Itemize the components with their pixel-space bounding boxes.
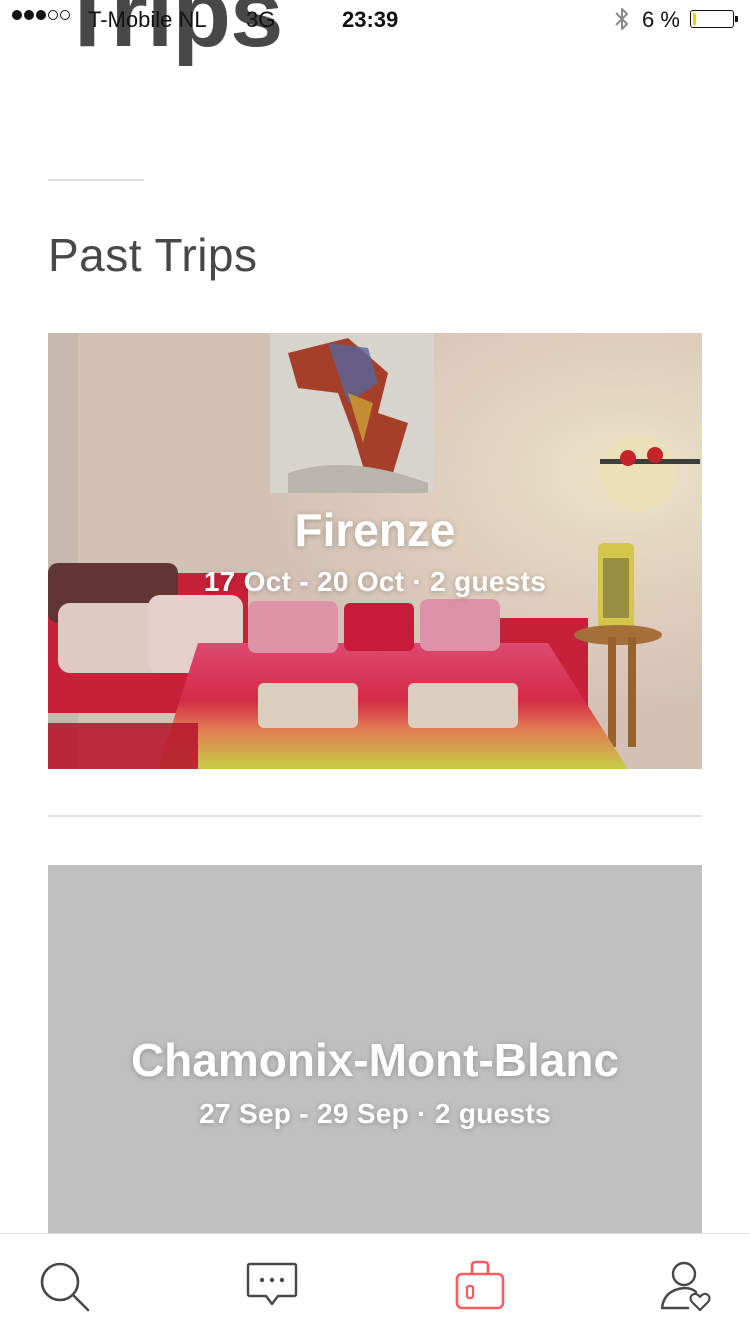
carrier-name: T-Mobile NL [88, 7, 207, 32]
tab-search[interactable] [34, 1256, 94, 1316]
tab-bar [0, 1233, 750, 1334]
bluetooth-icon [615, 8, 628, 30]
battery-icon [690, 10, 738, 28]
trip-name: Firenze [294, 504, 456, 556]
section-title-past-trips: Past Trips [48, 229, 258, 281]
trip-card-firenze[interactable]: Firenze 17 Oct - 20 Oct · 2 guests [48, 333, 702, 769]
trip-divider [48, 815, 702, 817]
status-time: 23:39 [342, 7, 399, 32]
header-divider [48, 179, 144, 181]
trip-card-chamonix[interactable]: Chamonix-Mont-Blanc 27 Sep - 29 Sep · 2 … [48, 865, 702, 1265]
profile-heart-icon [660, 1261, 711, 1312]
trip-name: Chamonix-Mont-Blanc [130, 1034, 620, 1086]
tab-messages[interactable] [242, 1256, 302, 1316]
search-icon [40, 1262, 90, 1312]
tab-profile[interactable] [656, 1256, 716, 1316]
tab-trips[interactable] [450, 1256, 510, 1316]
signal-strength-icon [12, 10, 70, 20]
trips-screen: Trips T-Mobile NL 3G 23:39 6 % Past Trip… [0, 0, 750, 1334]
battery-level-fill [693, 13, 696, 25]
network-type: 3G [246, 7, 276, 32]
suitcase-icon [455, 1260, 505, 1310]
battery-percentage: 6 % [642, 7, 680, 32]
trip-dates-guests: 17 Oct - 20 Oct · 2 guests [203, 566, 547, 597]
chat-bubble-icon [246, 1262, 298, 1306]
status-bar: T-Mobile NL 3G 23:39 6 % [0, 0, 750, 40]
trip-dates-guests: 27 Sep - 29 Sep · 2 guests [199, 1098, 551, 1129]
